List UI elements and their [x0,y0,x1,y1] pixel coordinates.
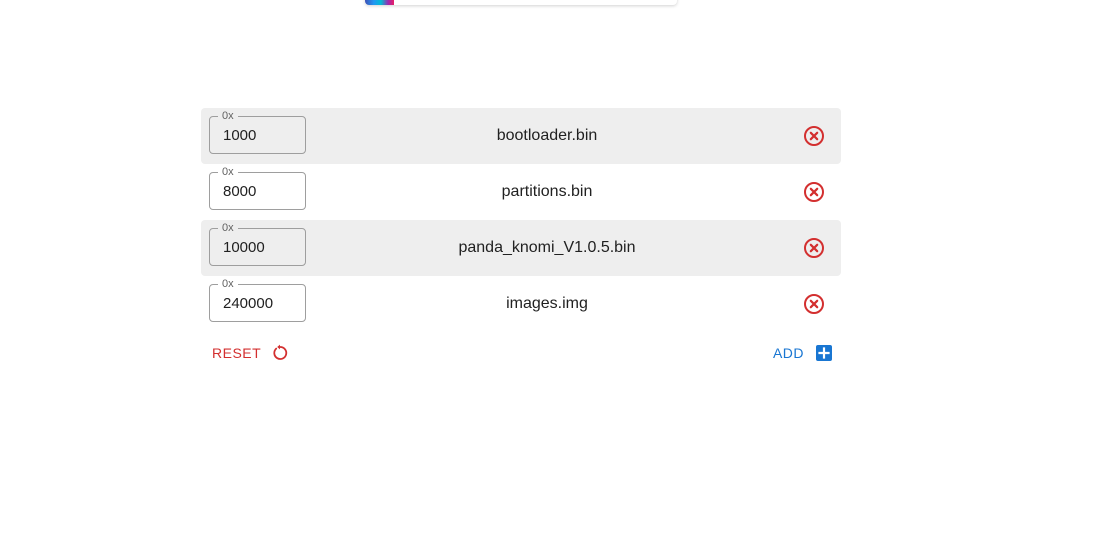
file-name: partitions.bin [501,183,593,200]
reset-button[interactable]: RESET [212,344,289,362]
offset-prefix-label: 0x [218,277,238,291]
top-card [365,0,677,5]
offset-input[interactable]: 0x 240000 [209,277,306,322]
offset-prefix-label: 0x [218,221,238,235]
gradient-strip [365,0,394,5]
add-label: ADD [772,345,804,361]
file-name: panda_knomi_V1.0.5.bin [458,239,636,256]
offset-value[interactable]: 10000 [223,239,265,257]
remove-file-button[interactable] [803,237,825,259]
close-circle-icon[interactable] [803,237,825,259]
file-name: images.img [506,295,588,312]
remove-file-button[interactable] [803,125,825,147]
offset-input[interactable]: 0x 8000 [209,165,306,210]
file-row: 0x 1000 bootloader.bin [201,108,841,164]
offset-value[interactable]: 1000 [223,127,256,145]
remove-file-button[interactable] [803,293,825,315]
actions-bar: RESET ADD [201,340,841,366]
file-row: 0x 240000 images.img [201,276,841,332]
remove-file-button[interactable] [803,181,825,203]
plus-box-icon [816,345,832,361]
offset-value[interactable]: 240000 [223,295,273,313]
file-list: 0x 1000 bootloader.bin 0x 8000 partition… [201,108,841,332]
add-button[interactable]: ADD [773,344,833,362]
file-name: bootloader.bin [496,127,598,144]
offset-input[interactable]: 0x 1000 [209,109,306,154]
offset-value[interactable]: 8000 [223,183,256,201]
offset-prefix-label: 0x [218,165,238,179]
file-row: 0x 8000 partitions.bin [201,164,841,220]
close-circle-icon[interactable] [803,293,825,315]
reset-label: RESET [212,345,262,361]
offset-input[interactable]: 0x 10000 [209,221,306,266]
file-row: 0x 10000 panda_knomi_V1.0.5.bin [201,220,841,276]
offset-prefix-label: 0x [218,109,238,123]
refresh-icon [273,344,288,360]
close-circle-icon[interactable] [803,181,825,203]
close-circle-icon[interactable] [803,125,825,147]
